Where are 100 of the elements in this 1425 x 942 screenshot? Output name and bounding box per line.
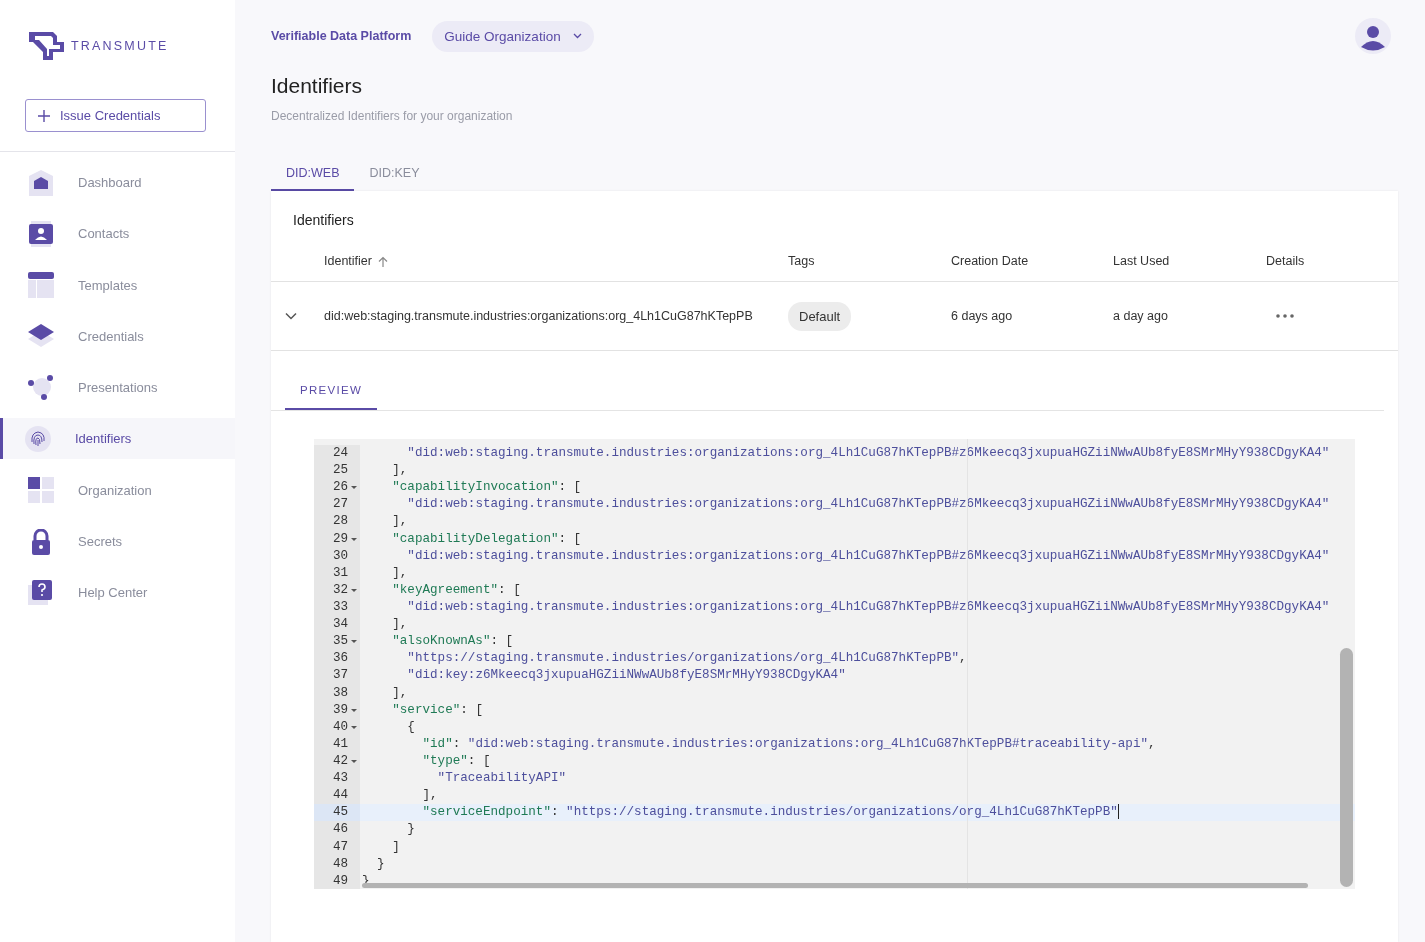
line-number: 47 [332, 838, 348, 856]
line-number: 27 [332, 496, 348, 514]
line-number: 30 [332, 547, 348, 565]
code-line: ], [391, 616, 408, 634]
fold-icon[interactable] [351, 537, 357, 541]
line-number: 44 [332, 787, 348, 805]
code-line: } [376, 855, 385, 873]
contact-card-icon [28, 220, 54, 247]
line-number: 33 [332, 599, 348, 616]
fold-icon[interactable] [351, 640, 357, 644]
code-line: ], [391, 684, 408, 702]
scrollbar[interactable] [1340, 648, 1353, 887]
code-editor[interactable] [314, 439, 1355, 889]
code-line: "TraceabilityAPI" [436, 770, 567, 788]
code-line: "did:key:z6Mkeecq3jxupuaHGZiiNWwAUb8fyE8SMrMHyY938CDgyKA4" [406, 667, 846, 685]
code-line: "did:web:staging.transmute.industries:organizations:org_4Lh1CuG87hKTepPB#z6Mkeecq3jxupuaHGZiiNWwAUb8fyE8SMrMHyY938CDgyKA4" [406, 445, 1330, 462]
fold-icon[interactable] [351, 708, 357, 712]
code-line: "did:web:staging.transmute.industries:organizations:org_4Lh1CuG87hKTepPB#z6Mkeecq3jxupuaHGZiiNWwAUb8fyE8SMrMHyY938CDgyKA4" [406, 496, 1330, 514]
fold-icon[interactable] [351, 588, 357, 592]
identifier-cell: did:web:staging.transmute.industries:organizations:org_4Lh1CuG87hKTepPB [324, 309, 753, 323]
line-number: 25 [332, 462, 348, 480]
chevron-down-icon[interactable] [285, 310, 297, 322]
code-line: "keyAgreement": [ [391, 581, 521, 599]
code-line: "type": [ [421, 752, 491, 770]
column-header[interactable]: Identifier [324, 254, 388, 268]
sidebar-item[interactable]: Credentials [0, 315, 235, 357]
line-number: 40 [332, 718, 348, 736]
line-number: 38 [332, 684, 348, 702]
sidebar-item[interactable]: Organization [0, 469, 235, 511]
code-line: ], [391, 564, 408, 582]
line-number: 37 [332, 667, 348, 685]
fold-icon[interactable] [351, 725, 357, 729]
avatar-icon[interactable] [1355, 18, 1391, 54]
code-line: ], [391, 462, 408, 480]
fingerprint-icon [25, 426, 51, 452]
code-line: "service": [ [391, 701, 483, 719]
code-line: } [406, 821, 415, 839]
column-header[interactable]: Last Used [1113, 254, 1170, 268]
code-line: "did:web:staging.transmute.industries:organizations:org_4Lh1CuG87hKTepPB#z6Mkeecq3jxupuaHGZiiNWwAUb8fyE8SMrMHyY938CDgyKA4" [406, 599, 1330, 616]
platform-link[interactable]: Verifiable Data Platform [271, 29, 412, 43]
card-title: Identifiers [292, 211, 355, 230]
code-line: "alsoKnownAs": [ [391, 633, 514, 651]
line-number: 32 [332, 581, 348, 599]
line-number: 49 [332, 872, 348, 889]
code-line: ], [391, 513, 408, 531]
column-header[interactable]: Details [1266, 254, 1305, 268]
line-number: 43 [332, 770, 348, 788]
sidebar-item[interactable]: Help Center [0, 572, 235, 614]
sidebar-item[interactable]: Dashboard [0, 162, 235, 203]
scrollbar[interactable] [362, 883, 1308, 888]
brand-name: TRANSMUTE [71, 39, 169, 53]
sidebar-item[interactable]: Templates [0, 264, 235, 306]
line-number: 46 [332, 821, 348, 839]
dots-icon [28, 374, 54, 401]
code-line: { [406, 718, 415, 736]
plus-icon [38, 109, 50, 122]
more-icon[interactable] [1276, 314, 1294, 318]
line-number: 48 [332, 855, 348, 873]
organization-select[interactable]: Guide Organization [432, 20, 594, 52]
code-line: "capabilityDelegation": [ [391, 530, 582, 548]
page-subtitle: Decentralized Identifiers for your organization [271, 109, 514, 123]
code-line: ] [391, 838, 400, 856]
sidebar-item[interactable]: Secrets [0, 521, 235, 563]
line-number: 39 [332, 701, 348, 719]
layout-icon [28, 272, 54, 299]
code-line: "did:web:staging.transmute.industries:organizations:org_4Lh1CuG87hKTepPB#z6Mkeecq3jxupuaHGZiiNWwAUb8fyE8SMrMHyY938CDgyKA4" [406, 547, 1330, 565]
line-number: 36 [332, 650, 348, 668]
line-number: 35 [332, 633, 348, 651]
help-icon [28, 579, 54, 606]
line-number: 42 [332, 752, 348, 770]
grid-icon [28, 477, 54, 504]
sidebar-item[interactable]: Presentations [0, 367, 235, 409]
code-line: "https://staging.transmute.industries/organizations/org_4Lh1CuG87hKTepPB", [406, 650, 967, 668]
table-cell: a day ago [1113, 309, 1168, 323]
page-title: Identifiers [271, 74, 364, 98]
code-line: ], [421, 787, 438, 805]
code-line: "id": "did:web:staging.transmute.industries:organizations:org_4Lh1CuG87hKTepPB#traceability-api", [421, 735, 1156, 753]
line-number: 26 [332, 479, 348, 497]
chevron-down-icon [572, 33, 582, 39]
table-cell: 6 days ago [951, 309, 1013, 323]
line-number: 29 [332, 530, 348, 548]
tab[interactable]: PREVIEW [285, 371, 378, 410]
line-number: 41 [332, 735, 348, 753]
tag-chip: Default [788, 301, 852, 331]
issue-credentials-button[interactable]: Issue Credentials [25, 99, 206, 132]
sidebar-item[interactable]: Identifiers [0, 418, 235, 460]
house-icon [28, 169, 54, 196]
arrow-up-icon[interactable] [377, 255, 388, 267]
column-header[interactable]: Tags [788, 254, 815, 268]
fold-icon[interactable] [351, 759, 357, 763]
line-number: 45 [332, 804, 348, 822]
line-number: 31 [332, 564, 348, 582]
code-line: "serviceEndpoint": "https://staging.transmute.industries/organizations/org_4Lh1CuG87hKTepPB" [421, 804, 1119, 822]
fold-icon[interactable] [351, 486, 357, 490]
column-header[interactable]: Creation Date [951, 254, 1029, 268]
logo-icon [29, 32, 65, 60]
line-number: 28 [332, 513, 348, 531]
layers-icon [28, 323, 54, 350]
code-line: "capabilityInvocation": [ [391, 479, 582, 497]
sidebar-item[interactable]: Contacts [0, 213, 235, 255]
